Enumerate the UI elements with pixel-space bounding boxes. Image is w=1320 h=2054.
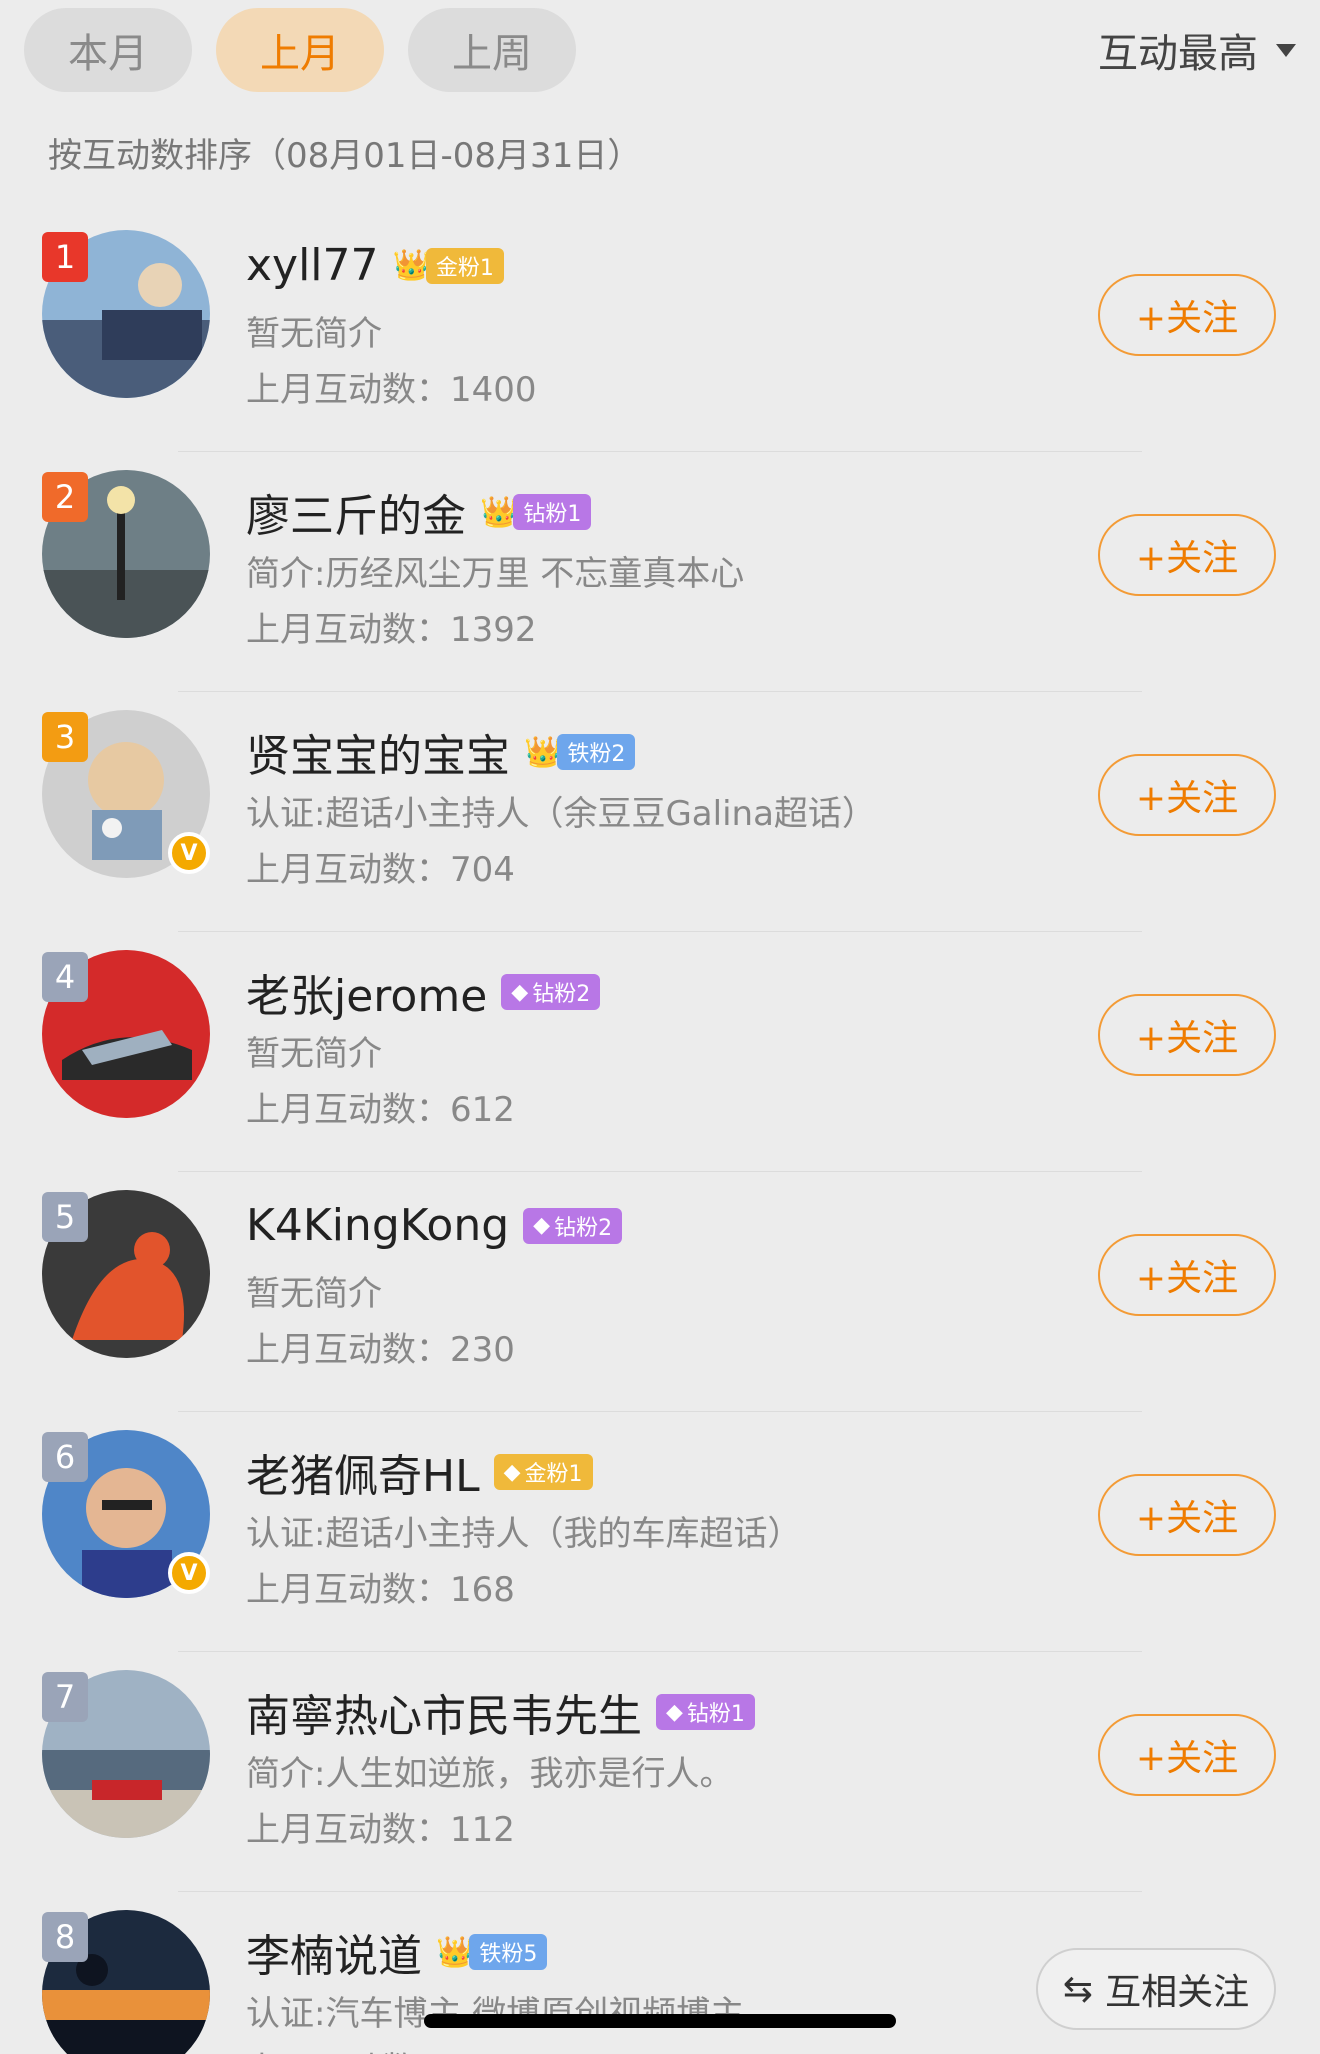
date-range-label: 按互动数排序（08月01日-08月31日） xyxy=(48,136,642,176)
verified-icon: V xyxy=(168,832,210,874)
follow-button[interactable]: +关注 xyxy=(1098,1474,1276,1556)
fan-level-badge: 👑 钻粉1 xyxy=(480,494,592,530)
rank-badge: 6 xyxy=(42,1432,88,1482)
crown-icon: 👑 xyxy=(392,248,430,283)
crown-icon: 👑 xyxy=(480,494,518,530)
user-name[interactable]: 李楠说道 xyxy=(246,1920,422,1984)
user-bio: 简介:历经风尘万里 不忘童真本心 xyxy=(246,554,745,594)
diamond-icon: ◆ xyxy=(533,1213,551,1238)
fan-level-badge: ◆ 钻粉2 xyxy=(523,1207,623,1244)
user-name[interactable]: 老猪佩奇HL xyxy=(246,1440,480,1504)
interaction-count: 上月互动数：612 xyxy=(246,1090,515,1130)
user-bio: 暂无简介 xyxy=(246,314,382,354)
user-name[interactable]: xyll77 xyxy=(246,240,379,291)
fan-level-badge: 👑 铁粉2 xyxy=(524,734,636,770)
user-bio: 简介:人生如逆旅，我亦是行人。 xyxy=(246,1754,734,1794)
interaction-count: 上月互动数：704 xyxy=(246,850,515,890)
verified-icon: V xyxy=(168,1552,210,1594)
list-item[interactable]: 3 V 贤宝宝的宝宝 👑 铁粉2 认证:超话小主持人（余豆豆Galina超话） … xyxy=(0,692,1320,932)
user-bio: 暂无简介 xyxy=(246,1274,382,1314)
rank-badge: 3 xyxy=(42,712,88,762)
fan-level-badge: ◆ 钻粉2 xyxy=(501,974,601,1010)
interaction-count: 上月互动数：1392 xyxy=(246,610,537,650)
list-item[interactable]: 7 南寧热心市民韦先生 ◆ 钻粉1 简介:人生如逆旅，我亦是行人。 上月互动数：1… xyxy=(0,1652,1320,1892)
list-item[interactable]: 4 老张jerome ◆ 钻粉2 暂无简介 上月互动数：612 +关注 xyxy=(0,932,1320,1172)
fan-level-badge: ◆ 钻粉1 xyxy=(656,1694,755,1730)
interaction-count: 上月互动数：168 xyxy=(246,1570,515,1610)
user-bio: 认证:超话小主持人（余豆豆Galina超话） xyxy=(246,794,876,834)
period-tabs: 本月 上月 上周 互动最高 xyxy=(24,8,1296,94)
tab-this-month[interactable]: 本月 xyxy=(24,8,192,92)
fan-level-badge: ◆ 金粉1 xyxy=(493,1454,593,1490)
list-item[interactable]: 1 xyll77 👑 金粉1 暂无简介 上月互动数：1400 +关注 xyxy=(0,212,1320,452)
follow-button[interactable]: +关注 xyxy=(1098,1234,1276,1316)
list-item[interactable]: 2 廖三斤的金 👑 钻粉1 简介:历经风尘万里 不忘童真本心 上月互动数：139… xyxy=(0,452,1320,692)
interaction-count: 上月互动数：112 xyxy=(246,1810,515,1850)
follow-button[interactable]: +关注 xyxy=(1098,1714,1276,1796)
interaction-count: 上月互动数：230 xyxy=(246,1330,515,1370)
swap-arrows-icon: ⇆ xyxy=(1062,1968,1094,2010)
interaction-count: 上月互动数：1400 xyxy=(246,370,537,410)
rank-badge: 7 xyxy=(42,1672,88,1722)
user-name[interactable]: 老张jerome xyxy=(246,960,487,1024)
sort-label: 互动最高 xyxy=(1098,31,1258,77)
list-item[interactable]: 6 V 老猪佩奇HL ◆ 金粉1 认证:超话小主持人（我的车库超话） 上月互动数：… xyxy=(0,1412,1320,1652)
tab-last-month[interactable]: 上月 xyxy=(216,8,384,92)
rank-badge: 4 xyxy=(42,952,88,1002)
user-bio: 暂无简介 xyxy=(246,1034,382,1074)
follow-button[interactable]: +关注 xyxy=(1098,514,1276,596)
follow-button[interactable]: +关注 xyxy=(1098,754,1276,836)
follow-button[interactable]: +关注 xyxy=(1098,994,1276,1076)
mutual-follow-label: 互相关注 xyxy=(1105,1972,1250,2013)
tab-last-week[interactable]: 上周 xyxy=(408,8,576,92)
sort-dropdown[interactable]: 互动最高 xyxy=(1098,8,1296,92)
user-name[interactable]: 贤宝宝的宝宝 xyxy=(246,720,510,784)
user-bio: 认证:超话小主持人（我的车库超话） xyxy=(246,1514,802,1554)
mutual-follow-button[interactable]: ⇆ 互相关注 xyxy=(1036,1948,1276,2030)
crown-icon: 👑 xyxy=(524,734,562,770)
home-indicator xyxy=(424,2014,896,2028)
diamond-icon: ◆ xyxy=(511,979,529,1005)
fan-level-badge: 👑 金粉1 xyxy=(392,247,504,284)
rank-badge: 8 xyxy=(42,1912,88,1962)
user-name[interactable]: K4KingKong xyxy=(246,1200,509,1251)
follow-button[interactable]: +关注 xyxy=(1098,274,1276,356)
rank-badge: 2 xyxy=(42,472,88,522)
rank-badge: 5 xyxy=(42,1192,88,1242)
interaction-count: 上月互动数：100 xyxy=(246,2042,515,2054)
rank-badge: 1 xyxy=(42,232,88,282)
gem-icon: ◆ xyxy=(503,1459,521,1485)
caret-down-icon xyxy=(1276,43,1296,57)
diamond-icon: ◆ xyxy=(666,1699,683,1725)
list-item[interactable]: 5 K4KingKong ◆ 钻粉2 暂无简介 上月互动数：230 +关注 xyxy=(0,1172,1320,1412)
crown-icon: 👑 xyxy=(436,1934,474,1970)
fan-level-badge: 👑 铁粉5 xyxy=(436,1934,548,1970)
user-name[interactable]: 廖三斤的金 xyxy=(246,480,466,544)
user-name[interactable]: 南寧热心市民韦先生 xyxy=(246,1680,642,1744)
